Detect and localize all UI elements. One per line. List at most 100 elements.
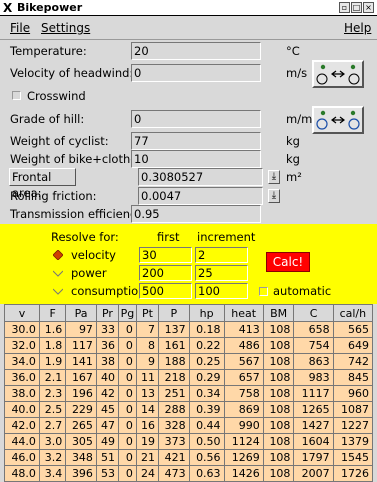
rolling-friction-field[interactable]: 0.0047 [138, 187, 263, 205]
power-increment-field[interactable]: 25 [195, 265, 248, 281]
table-cell: 7 [135, 321, 159, 338]
column-header: F [38, 304, 67, 322]
table-cell: 42 [95, 385, 120, 402]
table-cell: 21 [135, 449, 159, 466]
table-row: 38.0 2.3 196 42 0 13 251 0.34 758 108 1117 960 [4, 385, 374, 402]
download-arrow-icon[interactable]: ⤓ [268, 170, 280, 184]
table-cell: 46.0 [4, 449, 40, 466]
table-cell: 161 [157, 337, 190, 354]
increment-column-header: increment [197, 230, 256, 244]
table-cell: 49 [95, 433, 120, 450]
frontal-area-field[interactable]: 0.3080527 [138, 168, 263, 186]
table-cell: 34.0 [4, 353, 40, 370]
power-label: power [71, 266, 107, 280]
resolve-title: Resolve for: [51, 230, 119, 244]
menu-bar: File Settings Help [0, 17, 377, 40]
automatic-checkbox[interactable] [259, 287, 268, 296]
table-cell: 0 [118, 401, 137, 418]
x-logo-icon: X [3, 1, 13, 15]
table-cell: 40 [95, 369, 120, 386]
table-cell: 0.34 [188, 385, 225, 402]
table-cell: 13 [135, 385, 159, 402]
calc-button[interactable]: Calc! [266, 252, 310, 272]
table-cell: 38.0 [4, 385, 40, 402]
frontal-area-button[interactable]: Frontal area: [9, 168, 76, 200]
title-bar: X Bikepower ▫ □ × [0, 0, 377, 16]
table-cell: 45 [95, 401, 120, 418]
table-cell: 863 [293, 353, 334, 370]
crosswind-label: Crosswind [27, 89, 86, 103]
table-cell: 0.44 [188, 417, 225, 434]
cyclist-hill-icon [316, 110, 360, 130]
maximize-button[interactable]: □ [351, 2, 362, 13]
table-cell: 960 [332, 385, 374, 402]
velocity-label: velocity [71, 248, 116, 262]
table-cell: 42.0 [4, 417, 40, 434]
weight-bike-field[interactable]: 10 [131, 150, 261, 168]
crosswind-checkbox[interactable] [12, 91, 21, 100]
table-cell: 0.25 [188, 353, 225, 370]
table-cell: 1.9 [38, 353, 67, 370]
consumption-label: consumption [71, 284, 146, 298]
headwind-field[interactable]: 0 [131, 64, 261, 82]
table-cell: 3.0 [38, 433, 67, 450]
table-cell: 11 [135, 369, 159, 386]
menu-file[interactable]: File [10, 21, 30, 35]
table-cell: 0 [118, 321, 137, 338]
consumption-radio[interactable] [53, 286, 63, 296]
table-cell: 108 [262, 353, 295, 370]
download-arrow-icon[interactable]: ⤓ [268, 189, 280, 203]
consumption-first-field[interactable]: 500 [139, 283, 192, 299]
headwind-cyclist-icon-button[interactable] [312, 60, 364, 88]
velocity-first-field[interactable]: 30 [139, 247, 192, 263]
table-cell: 869 [223, 401, 264, 418]
column-header: heat [223, 304, 264, 322]
column-header: hp [188, 304, 225, 322]
table-cell: 0.39 [188, 401, 225, 418]
table-cell: 1797 [293, 449, 334, 466]
table-row: 46.0 3.2 348 51 0 21 421 0.56 1269 108 1797 1545 [4, 449, 374, 466]
table-cell: 47 [95, 417, 120, 434]
table-cell: 196 [65, 385, 97, 402]
table-cell: 1.6 [38, 321, 67, 338]
table-cell: 108 [262, 465, 295, 482]
table-row: 36.0 2.1 167 40 0 11 218 0.29 657 108 983 845 [4, 369, 374, 386]
grade-cyclist-icon-button[interactable] [312, 106, 364, 134]
table-cell: 251 [157, 385, 190, 402]
table-cell: 742 [332, 353, 374, 370]
weight-bike-label: Weight of bike+clothes: [10, 152, 148, 166]
menu-help[interactable]: Help [344, 21, 371, 35]
table-cell: 1604 [293, 433, 334, 450]
table-cell: 141 [65, 353, 97, 370]
table-cell: 1265 [293, 401, 334, 418]
table-cell: 1379 [332, 433, 374, 450]
column-header: Pr [95, 304, 120, 322]
table-cell: 2007 [293, 465, 334, 482]
weight-cyclist-field[interactable]: 77 [131, 132, 261, 150]
column-header: v [4, 304, 40, 322]
headwind-label: Velocity of headwind: [10, 66, 134, 80]
grade-field[interactable]: 0 [131, 110, 261, 128]
table-row: 30.0 1.6 97 33 0 7 137 0.18 413 108 658 565 [4, 321, 374, 338]
velocity-radio[interactable] [53, 250, 63, 260]
close-button[interactable]: × [363, 2, 374, 13]
table-cell: 1227 [332, 417, 374, 434]
table-cell: 990 [223, 417, 264, 434]
power-first-field[interactable]: 200 [139, 265, 192, 281]
minimize-button[interactable]: ▫ [339, 2, 350, 13]
menu-settings[interactable]: Settings [41, 21, 90, 35]
table-cell: 649 [332, 337, 374, 354]
table-cell: 0.22 [188, 337, 225, 354]
transmission-field[interactable]: 0.95 [131, 205, 261, 223]
window-title: Bikepower [17, 1, 83, 14]
table-cell: 229 [65, 401, 97, 418]
power-radio[interactable] [53, 268, 63, 278]
table-cell: 97 [65, 321, 97, 338]
column-header: BM [262, 304, 295, 322]
velocity-increment-field[interactable]: 2 [195, 247, 248, 263]
headwind-unit: m/s [286, 66, 308, 80]
consumption-increment-field[interactable]: 100 [195, 283, 248, 299]
table-cell: 0 [118, 337, 137, 354]
temperature-field[interactable]: 20 [131, 42, 261, 60]
table-cell: 0.50 [188, 433, 225, 450]
